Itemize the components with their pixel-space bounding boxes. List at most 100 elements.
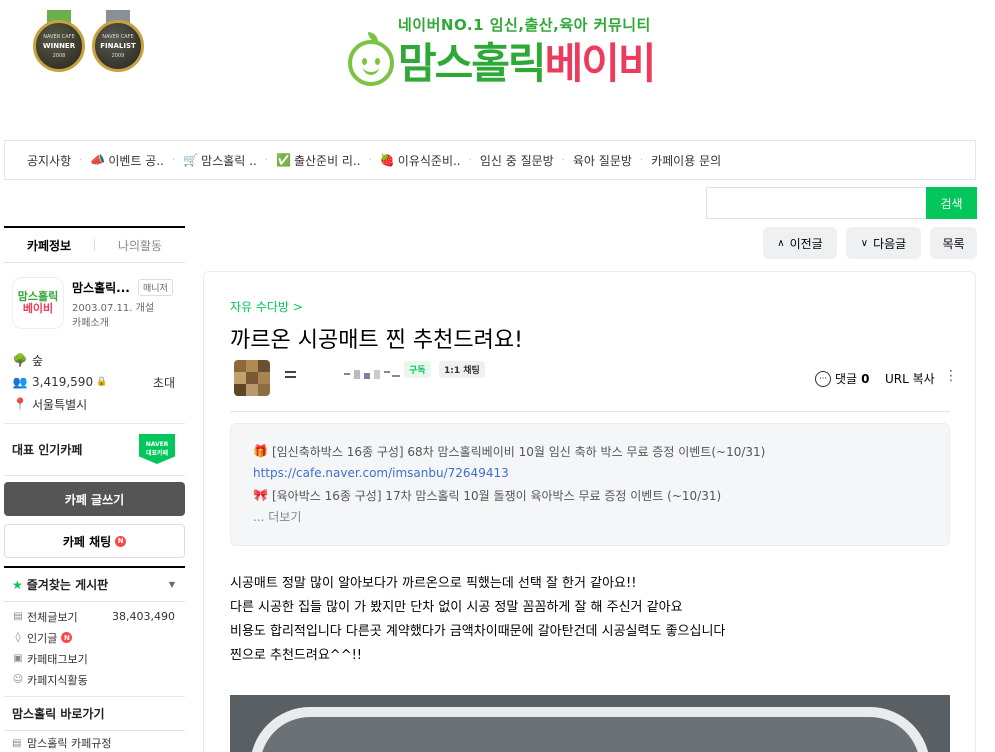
next-post-button[interactable]: ∨ 다음글 <box>846 227 921 259</box>
cafe-chat-button[interactable]: 카페 채팅 N <box>4 524 185 558</box>
cafe-banner-title[interactable]: 맘스홀릭베이비 <box>398 30 656 91</box>
board-link[interactable]: 자유 수다방 > <box>230 298 303 315</box>
write-post-button[interactable]: 카페 글쓰기 <box>4 482 185 516</box>
article-body: 시공매트 정말 많이 알아보다가 까르온으로 픽했는데 선택 잘 한거 같아요!… <box>230 572 725 668</box>
author-avatar[interactable] <box>234 360 270 396</box>
menu-separator: · <box>468 154 472 166</box>
menu-item-7[interactable]: 카페이용 문의 <box>651 152 721 169</box>
menu-separator: · <box>561 154 565 166</box>
menu-item-label: 육아 질문방 <box>572 153 632 168</box>
notice-link[interactable]: https://cafe.naver.com/imsanbu/72649413 <box>253 462 927 484</box>
baby-face-logo[interactable] <box>348 32 394 86</box>
chevron-down-icon: ∨ <box>860 237 869 249</box>
url-copy-button[interactable]: URL 복사 <box>885 370 935 387</box>
menu-item-1[interactable]: 📣 이벤트 공.. <box>90 152 164 169</box>
comment-count: 0 <box>861 371 870 386</box>
notice-box: 🎁 [임신축하박스 16종 구성] 68차 맘스홀릭베이비 10월 임신 축하 … <box>230 423 950 546</box>
more-options-icon[interactable]: ⋮ <box>944 368 958 384</box>
favorite-boards-header[interactable]: ★ 즐겨찾는 게시판 ▼ <box>4 566 185 602</box>
search-button[interactable]: 검색 <box>926 187 977 219</box>
board-list: ▤ 전체글보기 38,403,490 ◊ 인기글 N ▣ 카페태그보기 ☺ 카페… <box>4 602 185 697</box>
location-pin-icon: 📍 <box>12 397 28 411</box>
cafe-name[interactable]: 맘스홀릭... <box>72 279 130 296</box>
menu-item-label: 임신 중 질문방 <box>479 153 554 168</box>
article-image[interactable] <box>230 695 950 752</box>
menu-item-label: 공지사항 <box>27 153 72 168</box>
chevron-up-icon: ∧ <box>777 237 785 249</box>
notice-item[interactable]: 🎀 [육아박스 16종 구성] 17차 맘스홀릭 10월 돌쟁이 육아박스 무료… <box>253 484 927 506</box>
tag-icon: ▣ <box>13 653 23 664</box>
member-count[interactable]: 👥 3,419,590 🔒 초대 <box>12 371 177 393</box>
list-button[interactable]: 목록 <box>930 227 977 259</box>
cafe-level[interactable]: 🌳 숲 <box>12 349 177 371</box>
article-container: 자유 수다방 > 까르온 시공매트 찐 추천드려요! 구독 1:1 채팅 ···… <box>203 271 976 752</box>
menu-separator: · <box>79 154 83 166</box>
notice-item[interactable]: 🎁 [임신축하박스 16종 구성] 68차 맘스홀릭베이비 10월 임신 축하 … <box>253 440 927 462</box>
popular-cafe-section: 대표 인기카페 NAVER 대표카페 <box>4 424 185 476</box>
menu-item-2[interactable]: 🛒 맘스홀릭 .. <box>183 152 257 169</box>
article-title: 까르온 시공매트 찐 추천드려요! <box>230 328 523 353</box>
comment-icon: ··· <box>815 370 831 387</box>
search-input[interactable] <box>706 187 926 219</box>
tree-icon: 🌳 <box>12 353 28 367</box>
menu-separator: · <box>639 154 644 166</box>
board-item-tags[interactable]: ▣ 카페태그보기 <box>12 648 177 669</box>
menu-item-icon: 🍓 <box>379 153 395 167</box>
sidebar: 카페정보 나의활동 맘스홀릭 베이비 맘스홀릭... 매니저 2003.07.1… <box>4 226 185 752</box>
board-item-all-posts[interactable]: ▤ 전체글보기 38,403,490 <box>12 606 177 627</box>
cafe-menu-bar: 공지사항 · 📣 이벤트 공.. · 🛒 맘스홀릭 .. · ✅ 출산준비 리.. · 🍓 이유식준비.… <box>4 140 976 180</box>
cafe-stats: 🌳 숲 👥 3,419,590 🔒 초대 📍 서울특별시 <box>4 343 185 424</box>
board-item-popular[interactable]: ◊ 인기글 N <box>12 627 177 648</box>
winner-medal: NAVER CAFE WINNER 2008 <box>33 10 85 72</box>
cafe-intro-link[interactable]: 카페소개 <box>72 314 109 329</box>
tab-cafe-info[interactable]: 카페정보 <box>4 237 94 254</box>
tab-my-activity[interactable]: 나의활동 <box>95 237 185 254</box>
cafe-location: 📍 서울특별시 <box>12 397 88 412</box>
one-on-one-chat-button[interactable]: 1:1 채팅 <box>439 361 485 378</box>
invite-button[interactable]: 초대 <box>153 374 175 391</box>
shortcut-item-rules[interactable]: ▤ 맘스홀릭 카페규정 <box>4 731 185 752</box>
menu-item-icon: ✅ <box>275 153 291 167</box>
notice-more-link[interactable]: ... 더보기 <box>253 506 927 526</box>
body-line: 다른 시공한 집들 많이 가 봤지만 단차 없이 시공 정말 꼼꼼하게 잘 해 … <box>230 600 683 615</box>
new-badge: N <box>115 535 127 547</box>
menu-item-label: 이유식준비.. <box>397 153 461 168</box>
lock-icon: 🔒 <box>96 377 108 387</box>
redacted-glyph <box>285 371 296 378</box>
menu-item-label: 카페이용 문의 <box>651 153 722 168</box>
list-icon: ▤ <box>12 737 22 749</box>
list-icon: ▤ <box>13 611 23 622</box>
cafe-logo[interactable]: 맘스홀릭 베이비 <box>12 277 64 329</box>
body-line: 비용도 합리적입니다 다른곳 계약했다가 금액차이때문에 갈아탄건데 시공실력도… <box>230 624 726 639</box>
menu-item-3[interactable]: ✅ 출산준비 리.. <box>276 152 361 169</box>
knowledge-icon: ☺ <box>12 674 24 685</box>
menu-item-label: 이벤트 공.. <box>108 153 164 168</box>
sidebar-tabs: 카페정보 나의활동 <box>4 226 185 263</box>
ribbon-icon: 🎀 <box>253 488 268 502</box>
naver-representative-badge: NAVER 대표카페 <box>139 434 175 464</box>
menu-item-4[interactable]: 🍓 이유식준비.. <box>380 152 461 169</box>
divider <box>230 411 950 412</box>
prev-post-button[interactable]: ∧ 이전글 <box>763 227 837 259</box>
menu-item-0[interactable]: 공지사항 <box>27 152 71 169</box>
manager-badge[interactable]: 매니저 <box>138 279 173 296</box>
menu-item-5[interactable]: 임신 중 질문방 <box>480 152 554 169</box>
redacted-glyph <box>344 370 400 379</box>
menu-separator: · <box>264 154 268 166</box>
menu-item-6[interactable]: 육아 질문방 <box>573 152 632 169</box>
author-name-redacted[interactable] <box>284 367 298 381</box>
author-level-redacted <box>342 367 404 381</box>
finalist-medal: NAVER CAFE FINALIST 2009 <box>92 10 144 72</box>
menu-item-icon: 📣 <box>90 153 106 167</box>
body-line: 시공매트 정말 많이 알아보다가 까르온으로 픽했는데 선택 잘 한거 같아요!… <box>230 576 637 591</box>
subscribe-button[interactable]: 구독 <box>404 361 431 378</box>
drop-icon: ◊ <box>15 632 21 643</box>
caret-down-icon: ▼ <box>168 580 175 589</box>
board-item-knowledge[interactable]: ☺ 카페지식활동 <box>12 669 177 690</box>
menu-separator: · <box>171 154 176 166</box>
menu-item-label: 출산준비 리.. <box>293 153 361 168</box>
cafe-since: 2003.07.11. 개설 <box>72 303 155 314</box>
menu-item-label: 맘스홀릭 .. <box>201 153 257 168</box>
members-icon: 👥 <box>12 375 28 389</box>
comment-button[interactable]: ··· 댓글 0 <box>815 370 869 387</box>
